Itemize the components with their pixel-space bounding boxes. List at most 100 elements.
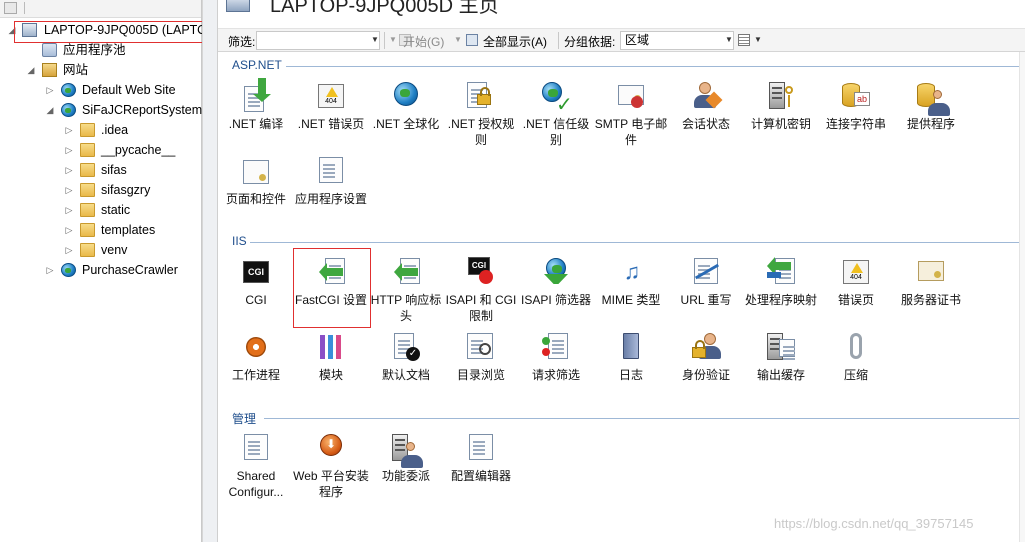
tree-item-folder[interactable]: ▷ templates: [0, 220, 202, 240]
feature-connection-strings[interactable]: ab 连接字符串: [818, 80, 894, 132]
vertical-scrollbar[interactable]: [1019, 52, 1025, 542]
start-button-label: 开始(G): [403, 35, 445, 49]
tree-item-sifajcreportsystem[interactable]: ◢ SiFaJCReportSystem: [0, 100, 202, 120]
folder-icon: [80, 143, 95, 157]
feature-label: ISAPI 筛选器: [520, 293, 591, 307]
tree-item-folder[interactable]: ▷ sifas: [0, 160, 202, 180]
chevron-down-icon[interactable]: ▼: [754, 35, 762, 44]
expand-arrow-icon[interactable]: ▷: [64, 220, 74, 240]
chevron-down-icon[interactable]: ▼: [725, 35, 733, 44]
feature-error-pages[interactable]: 404 错误页: [818, 256, 894, 308]
tree-item-server[interactable]: ◢ LAPTOP-9JPQ005D (LAPTO: [0, 20, 207, 40]
feature-web-platform-installer[interactable]: Web 平台安装程序: [293, 432, 369, 500]
feature-fastcgi-settings[interactable]: FastCGI 设置: [293, 256, 369, 308]
view-mode-icon[interactable]: [738, 34, 750, 46]
filter-input[interactable]: [256, 31, 380, 50]
tree-item-folder[interactable]: ▷ sifasgzry: [0, 180, 202, 200]
tree-item-purchasecrawler[interactable]: ▷ PurchaseCrawler: [0, 260, 202, 280]
expand-arrow-icon[interactable]: ▷: [64, 120, 74, 140]
tree-item-label: venv: [101, 243, 128, 257]
expand-arrow-icon[interactable]: ▷: [64, 240, 74, 260]
feature-http-response-headers[interactable]: HTTP 响应标头: [368, 256, 444, 324]
group-by-value: 区域: [625, 33, 650, 47]
tree-item-label: __pycache__: [101, 143, 176, 157]
expand-arrow-icon[interactable]: ▷: [45, 80, 55, 100]
chevron-down-icon: ▼: [389, 35, 397, 44]
expand-arrow-icon[interactable]: ▷: [64, 140, 74, 160]
machine-key-icon: [765, 80, 797, 112]
tree-item-default-web-site[interactable]: ▷ Default Web Site: [0, 80, 202, 100]
expand-arrow-icon[interactable]: ▷: [64, 160, 74, 180]
feature-configuration-editor[interactable]: 配置编辑器: [443, 432, 519, 484]
feature-label: 身份验证: [681, 368, 730, 382]
feature-machine-key[interactable]: 计算机密钥: [743, 80, 819, 132]
toolbar-separator: [558, 32, 559, 49]
feature-dotnet-globalization[interactable]: .NET 全球化: [368, 80, 444, 132]
logging-icon: [615, 331, 647, 363]
chevron-down-icon[interactable]: ▼: [371, 35, 379, 44]
feature-directory-browsing[interactable]: 目录浏览: [443, 331, 519, 383]
tree-item-folder[interactable]: ▷ venv: [0, 240, 202, 260]
panel-splitter[interactable]: [202, 0, 218, 542]
feature-logging[interactable]: 日志: [593, 331, 669, 383]
tree-item-app-pools[interactable]: 应用程序池: [0, 40, 202, 60]
feature-label: Web 平台安装程序: [293, 469, 369, 499]
globe-icon: [61, 103, 76, 117]
feature-label: ISAPI 和 CGI 限制: [445, 293, 517, 323]
shared-configuration-icon: [240, 432, 272, 464]
feature-isapi-cgi-restrictions[interactable]: CGI ISAPI 和 CGI 限制: [443, 256, 519, 324]
dotnet-compile-icon: [240, 78, 272, 112]
collapse-arrow-icon[interactable]: ◢: [26, 60, 36, 80]
feature-label: .NET 编译: [228, 117, 284, 131]
expand-arrow-icon[interactable]: ▷: [45, 260, 55, 280]
feature-app-settings[interactable]: 应用程序设置: [293, 155, 369, 207]
group-by-select[interactable]: 区域: [620, 31, 734, 50]
toolbar-separator: [24, 2, 25, 14]
tree-item-label: templates: [101, 223, 156, 237]
expand-arrow-icon[interactable]: ▷: [64, 180, 74, 200]
feature-dotnet-compile[interactable]: .NET 编译: [218, 78, 294, 132]
feature-smtp-email[interactable]: SMTP 电子邮件: [593, 80, 669, 148]
tree-item-folder[interactable]: ▷ .idea: [0, 120, 202, 140]
isapi-filters-icon: [540, 256, 572, 288]
feature-dotnet-authorization-rules[interactable]: .NET 授权规则: [443, 80, 519, 148]
feature-request-filtering[interactable]: 请求筛选: [518, 331, 594, 383]
feature-feature-delegation[interactable]: 功能委派: [368, 432, 444, 484]
globe-icon: [61, 83, 76, 97]
collapse-arrow-icon[interactable]: ◢: [7, 20, 17, 40]
section-divider: [286, 66, 1025, 67]
tree-toolbar-icon[interactable]: [4, 2, 17, 14]
feature-modules[interactable]: 模块: [293, 331, 369, 383]
tree-item-folder[interactable]: ▷ static: [0, 200, 202, 220]
trust-levels-icon: ✓: [540, 80, 573, 116]
feature-server-certificates[interactable]: 服务器证书: [893, 256, 969, 308]
feature-mime-types[interactable]: ♫ MIME 类型: [593, 256, 669, 308]
folder-icon: [80, 163, 95, 177]
tree-item-label: static: [101, 203, 131, 217]
feature-session-state[interactable]: 会话状态: [668, 80, 744, 132]
web-platform-installer-icon: [315, 432, 347, 464]
tree-item-folder[interactable]: ▷ __pycache__: [0, 140, 202, 160]
feature-handler-mappings[interactable]: 处理程序映射: [743, 256, 819, 308]
tree-item-sites[interactable]: ◢ 网站: [0, 60, 202, 80]
tree-item-label: 应用程序池: [63, 43, 126, 57]
feature-dotnet-trust-levels[interactable]: ✓ .NET 信任级别: [518, 80, 594, 148]
folder-icon: [80, 243, 95, 257]
feature-worker-processes[interactable]: 工作进程: [218, 331, 294, 383]
feature-dotnet-error-page[interactable]: 404 .NET 错误页: [293, 80, 369, 132]
expand-arrow-icon[interactable]: ▷: [64, 200, 74, 220]
feature-isapi-filters[interactable]: ISAPI 筛选器: [518, 256, 594, 308]
collapse-arrow-icon[interactable]: ◢: [45, 100, 55, 120]
feature-pages-controls[interactable]: 页面和控件: [218, 155, 294, 207]
smtp-email-icon: [615, 80, 647, 112]
feature-compression[interactable]: 压缩: [818, 331, 894, 383]
feature-shared-configuration[interactable]: Shared Configur...: [218, 432, 294, 500]
feature-cgi[interactable]: CGI CGI: [218, 256, 294, 308]
app-settings-icon: [315, 155, 347, 187]
feature-output-caching[interactable]: 输出缓存: [743, 331, 819, 383]
feature-authentication[interactable]: 身份验证: [668, 331, 744, 383]
feature-url-rewrite[interactable]: URL 重写: [668, 256, 744, 308]
feature-default-document[interactable]: ✓ 默认文档: [368, 331, 444, 383]
feature-providers[interactable]: 提供程序: [893, 80, 969, 132]
feature-label: 服务器证书: [900, 293, 961, 307]
